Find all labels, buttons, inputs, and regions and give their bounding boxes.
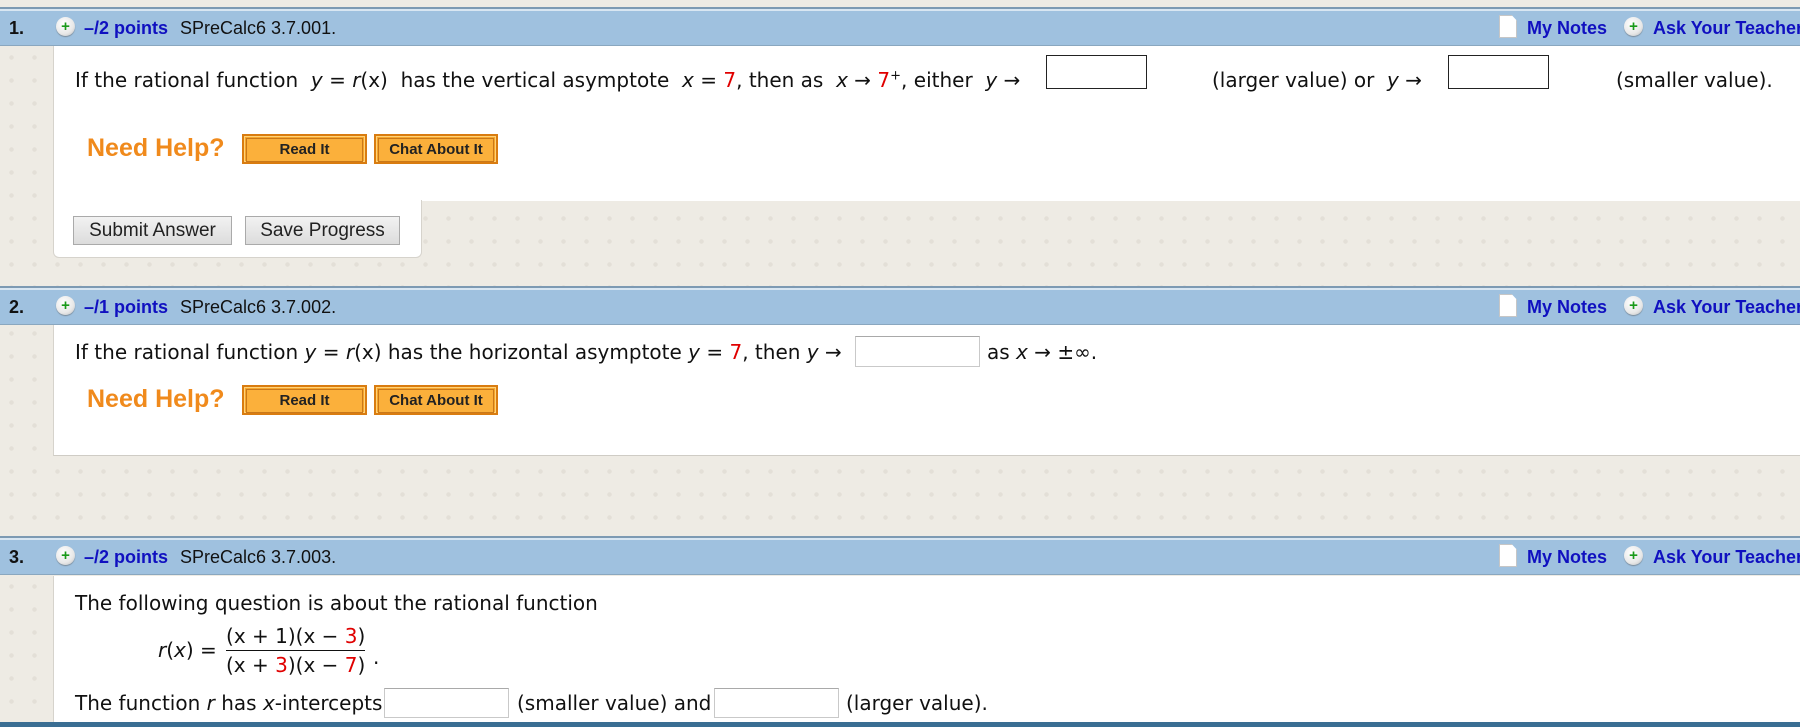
smaller-value-label: (smaller value). <box>1616 68 1773 92</box>
my-notes-link[interactable]: My Notes <box>1527 547 1607 568</box>
ask-your-teacher-link[interactable]: Ask Your Teacher <box>1653 297 1800 318</box>
fraction-numerator: (x + 1)(x − 3) <box>226 624 366 648</box>
question-code: SPreCalc6 3.7.003. <box>180 547 337 567</box>
notes-page-icon[interactable] <box>1499 544 1517 567</box>
question-code: SPreCalc6 3.7.001. <box>180 18 337 38</box>
chat-about-it-button[interactable]: Chat About It <box>374 134 498 164</box>
question-2-header: 2. + –/1 points SPreCalc6 3.7.002. My No… <box>0 286 1800 325</box>
function-lhs: r(x) = <box>158 638 217 662</box>
larger-value-label: (larger value). <box>846 691 988 715</box>
submit-answer-button[interactable]: Submit Answer <box>73 216 232 245</box>
my-notes-link[interactable]: My Notes <box>1527 297 1607 318</box>
question-3-text: The function r has x-intercepts <box>75 691 383 715</box>
ask-your-teacher-link[interactable]: Ask Your Teacher <box>1653 18 1800 39</box>
read-it-button[interactable]: Read It <box>242 134 367 164</box>
larger-value-label: (larger value) or y → <box>1212 68 1423 92</box>
question-1-header: 1. + –/2 points SPreCalc6 3.7.001. My No… <box>0 7 1800 46</box>
chat-about-it-button[interactable]: Chat About It <box>374 385 498 415</box>
notes-page-icon[interactable] <box>1499 294 1517 317</box>
notes-page-icon[interactable] <box>1499 15 1517 38</box>
question-3-header: 3. + –/2 points SPreCalc6 3.7.003. My No… <box>0 536 1800 575</box>
smaller-value-label: (smaller value) and <box>517 691 712 715</box>
question-number: 3. <box>9 547 25 567</box>
expand-plus-icon[interactable]: + <box>56 546 75 565</box>
need-help-label: Need Help? <box>87 134 225 162</box>
answer-input-larger[interactable] <box>1046 55 1147 89</box>
answer-input[interactable] <box>855 336 980 367</box>
question-2-text: If the rational function y = r(x) has th… <box>75 340 842 364</box>
ask-your-teacher-link[interactable]: Ask Your Teacher <box>1653 547 1800 568</box>
as-x-approaches-label: as x → ±∞. <box>987 340 1098 364</box>
rational-function-fraction: (x + 1)(x − 3) (x + 3)(x − 7) <box>226 624 366 677</box>
save-progress-button[interactable]: Save Progress <box>245 216 400 245</box>
question-number: 1. <box>9 18 25 38</box>
ask-teacher-plus-icon[interactable]: + <box>1624 17 1643 36</box>
my-notes-link[interactable]: My Notes <box>1527 18 1607 39</box>
answer-input-larger[interactable] <box>714 688 839 718</box>
fraction-denominator: (x + 3)(x − 7) <box>226 653 366 677</box>
points-link[interactable]: –/1 points <box>84 297 168 318</box>
answer-input-smaller[interactable] <box>384 688 509 718</box>
question-number: 2. <box>9 297 25 317</box>
need-help-label: Need Help? <box>87 385 225 413</box>
question-code: SPreCalc6 3.7.002. <box>180 297 337 317</box>
points-link[interactable]: –/2 points <box>84 547 168 568</box>
fraction-bar <box>226 650 366 651</box>
question-3-intro: The following question is about the rati… <box>75 591 598 615</box>
points-link[interactable]: –/2 points <box>84 18 168 39</box>
ask-teacher-plus-icon[interactable]: + <box>1624 546 1643 565</box>
ask-teacher-plus-icon[interactable]: + <box>1624 296 1643 315</box>
read-it-button[interactable]: Read It <box>242 385 367 415</box>
expand-plus-icon[interactable]: + <box>56 296 75 315</box>
expand-plus-icon[interactable]: + <box>56 17 75 36</box>
bottom-bar <box>0 722 1800 727</box>
fraction-period: . <box>373 645 380 669</box>
answer-input-smaller[interactable] <box>1448 55 1549 89</box>
question-1-text: If the rational function y = r(x) has th… <box>75 68 1021 92</box>
